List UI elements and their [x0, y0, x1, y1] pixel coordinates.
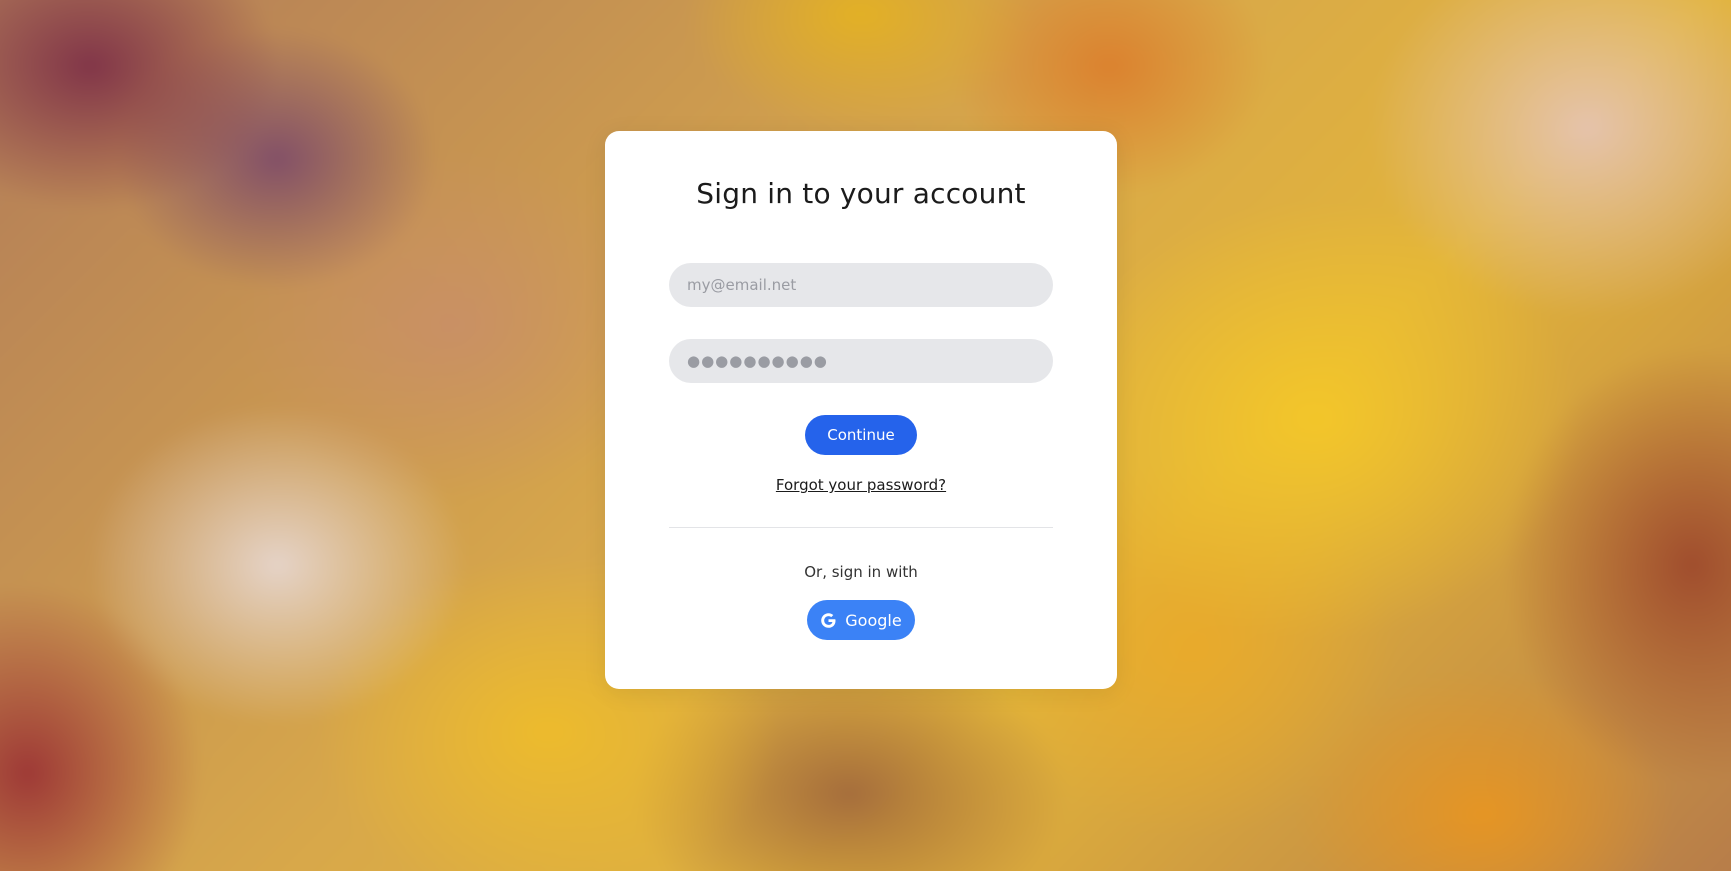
forgot-password-container: Forgot your password?	[605, 475, 1117, 494]
divider	[669, 527, 1053, 528]
password-field[interactable]	[669, 339, 1053, 383]
email-field[interactable]	[669, 263, 1053, 307]
login-card: Sign in to your account Continue Forgot …	[605, 131, 1117, 689]
continue-button[interactable]: Continue	[805, 415, 917, 455]
google-icon	[821, 612, 836, 628]
google-signin-button[interactable]: Google	[807, 600, 915, 640]
google-label: Google	[845, 610, 902, 630]
forgot-password-link[interactable]: Forgot your password?	[776, 476, 946, 494]
alt-signin-label: Or, sign in with	[804, 563, 918, 581]
page-title: Sign in to your account	[696, 177, 1026, 210]
